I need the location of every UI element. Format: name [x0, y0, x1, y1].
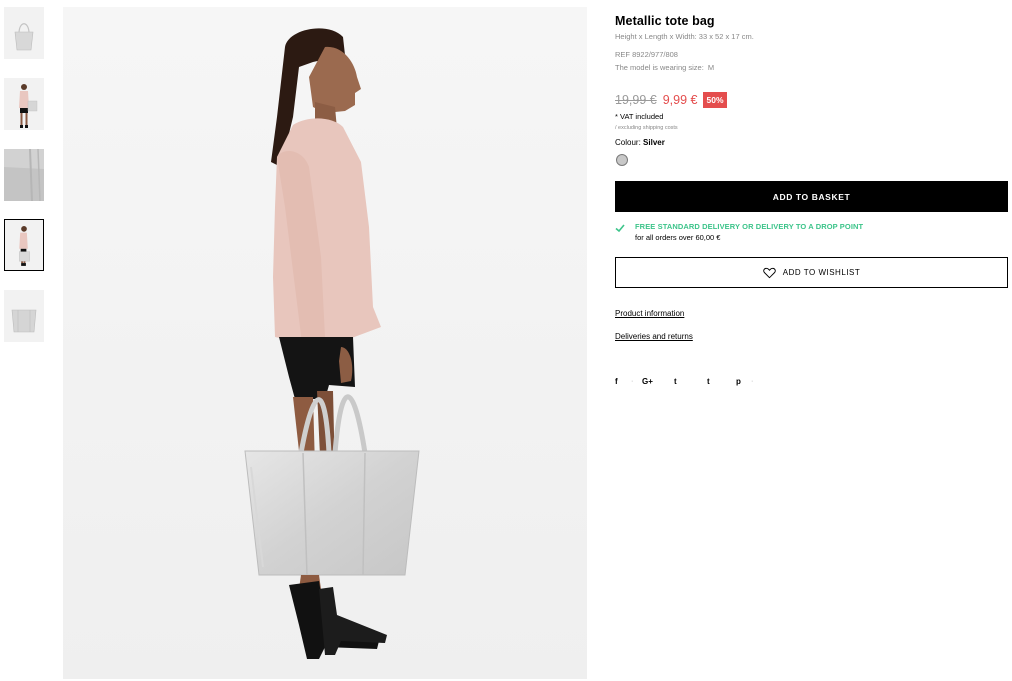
delivery-info: FREE STANDARD DELIVERY OR DELIVERY TO A …: [615, 222, 863, 242]
colour-info: Colour: Silver: [615, 138, 665, 147]
thumbnail-model-front[interactable]: [4, 78, 44, 130]
model-size-label: The model is wearing size:: [615, 63, 704, 72]
delivery-subtitle: for all orders over 60,00 €: [635, 233, 721, 242]
shipping-note: / excluding shipping costs: [615, 125, 678, 131]
pinterest-icon[interactable]: p: [736, 376, 741, 388]
sale-price: 9,99 €: [662, 93, 698, 107]
check-icon: [615, 224, 625, 233]
model-front-image: [4, 78, 44, 130]
model-size-info: The model is wearing size: M: [615, 63, 714, 72]
twitter-icon[interactable]: t: [674, 376, 677, 388]
product-reference: REF 8922/977/808: [615, 50, 678, 59]
separator: ·: [631, 378, 634, 385]
model-side-image: [5, 220, 43, 270]
product-title: Metallic tote bag: [615, 14, 715, 28]
wishlist-label: ADD TO WISHLIST: [782, 268, 861, 277]
discount-badge: 50%: [703, 92, 727, 108]
product-dimensions: Height x Length x Width: 33 x 52 x 17 cm…: [615, 32, 754, 41]
add-to-basket-button[interactable]: ADD TO BASKET: [615, 181, 1008, 212]
main-product-image[interactable]: [63, 7, 587, 679]
bag-flat-image: [4, 290, 44, 342]
tumblr-icon[interactable]: t: [707, 376, 710, 388]
google-plus-icon[interactable]: G+: [642, 376, 653, 388]
product-information-link[interactable]: Product information: [615, 309, 684, 318]
delivery-text: FREE STANDARD DELIVERY OR DELIVERY TO A …: [635, 222, 863, 242]
bag-detail-image: [4, 149, 44, 201]
heart-icon: [763, 267, 776, 278]
old-price: 19,99 €: [615, 93, 657, 107]
delivery-title: FREE STANDARD DELIVERY OR DELIVERY TO A …: [635, 222, 864, 231]
deliveries-returns-link[interactable]: Deliveries and returns: [615, 332, 693, 341]
colour-swatch-silver[interactable]: [616, 154, 628, 166]
model-size-value: M: [707, 63, 715, 72]
thumbnail-model-side[interactable]: [4, 219, 44, 271]
price-row: 19,99 € 9,99 € 50%: [615, 91, 727, 109]
bag-front-image: [4, 7, 44, 59]
thumbnail-bag-front[interactable]: [4, 7, 44, 59]
vat-note: * VAT included: [615, 112, 664, 121]
thumbnail-bag-flat[interactable]: [4, 290, 44, 342]
separator: ·: [751, 378, 754, 385]
thumbnail-bag-detail[interactable]: [4, 149, 44, 201]
add-to-wishlist-button[interactable]: ADD TO WISHLIST: [615, 257, 1008, 288]
colour-value: Silver: [643, 138, 665, 147]
colour-label: Colour:: [615, 138, 641, 147]
facebook-icon[interactable]: f: [615, 376, 618, 388]
model-with-tote-bag-image: [63, 7, 587, 679]
